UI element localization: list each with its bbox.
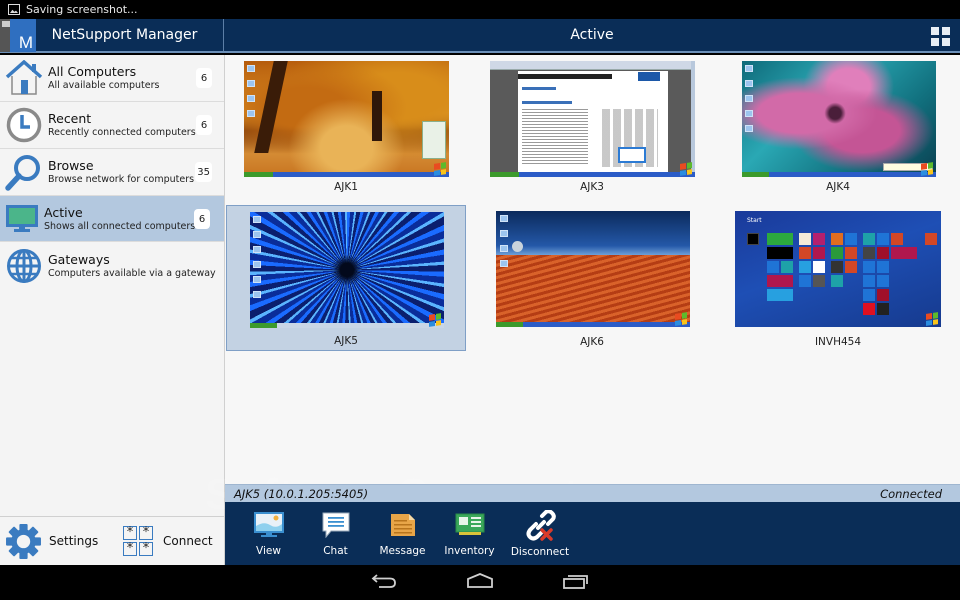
connection-state: Connected — [880, 486, 942, 501]
app-logo-icon: M — [0, 18, 36, 52]
connect-keypad-icon: * * * * — [123, 526, 153, 556]
connect-label: Connect — [163, 534, 213, 548]
computer-tile-ajk6[interactable]: AJK6 — [472, 205, 712, 351]
settings-button[interactable]: Settings — [5, 523, 115, 560]
recent-apps-button[interactable] — [559, 573, 593, 593]
disconnect-button[interactable]: Disconnect — [503, 502, 577, 565]
screen-thumbnail — [742, 61, 936, 177]
connect-button[interactable]: * * * * Connect — [123, 526, 213, 556]
grid-view-icon[interactable] — [931, 27, 950, 46]
inventory-button[interactable]: Inventory — [436, 502, 503, 565]
inventory-circuit-icon — [455, 512, 485, 542]
home-outline-icon — [466, 572, 494, 593]
app-title: NetSupport Manager — [51, 27, 198, 43]
computer-name: AJK6 — [580, 336, 604, 348]
selected-computer-info: AJK5 (10.0.1.205:5405) — [234, 486, 369, 501]
sidebar-item-subtitle: Computers available via a gateway — [48, 267, 216, 279]
selection-status-strip: AJK5 (10.0.1.205:5405) Connected — [225, 484, 960, 502]
computer-name: INVH454 — [814, 336, 862, 348]
computer-name: AJK3 — [580, 181, 604, 193]
broken-link-icon — [524, 509, 556, 546]
gear-icon — [5, 523, 42, 560]
message-button[interactable]: Message — [369, 502, 436, 565]
computer-tile-invh454[interactable]: Start INVH454 — [718, 205, 958, 351]
inventory-label: Inventory — [444, 545, 495, 557]
action-toolbar: View Chat Message Inventory Disconnect — [225, 502, 960, 565]
clock-icon — [2, 105, 46, 145]
status-notification: Saving screenshot... — [26, 3, 138, 16]
header-left: M NetSupport Manager — [0, 18, 224, 52]
computer-tile-ajk5[interactable]: AJK5 — [226, 205, 466, 351]
view-label: View — [256, 545, 281, 557]
system-status-bar: Saving screenshot... — [0, 0, 960, 19]
chat-button[interactable]: Chat — [302, 502, 369, 565]
computer-name: AJK5 — [334, 335, 358, 347]
computer-tile-ajk3[interactable]: AJK3 — [472, 55, 712, 201]
disconnect-label: Disconnect — [510, 546, 570, 558]
back-button[interactable] — [367, 573, 401, 593]
page-title: Active — [570, 27, 614, 43]
sidebar-item-label: Gateways — [48, 251, 110, 267]
view-button[interactable]: View — [235, 502, 302, 565]
computer-tile-ajk1[interactable]: AJK1 — [226, 55, 466, 201]
recent-apps-icon — [562, 573, 590, 593]
back-arrow-icon — [371, 573, 397, 593]
sidebar-item-gateways[interactable]: Gateways Computers available via a gatew… — [0, 242, 224, 289]
screen-thumbnail — [250, 212, 444, 328]
home-button[interactable] — [463, 572, 497, 593]
screenshot-icon — [8, 4, 20, 15]
search-icon — [2, 152, 46, 192]
home-icon — [2, 58, 46, 98]
sidebar-footer: Settings * * * * Connect — [0, 516, 224, 565]
count-badge: 6 — [194, 209, 210, 229]
computer-name: AJK4 — [826, 181, 850, 193]
sidebar-item-recent[interactable]: Recent Recently connected computers 6 — [0, 102, 224, 149]
computer-tile-ajk4[interactable]: AJK4 — [718, 55, 958, 201]
message-document-icon — [388, 512, 418, 542]
count-badge: 6 — [196, 115, 212, 135]
count-badge: 35 — [195, 162, 212, 182]
sidebar: All Computers All available computers 6 … — [0, 55, 225, 565]
chat-label: Chat — [323, 545, 348, 557]
screen-thumbnail — [490, 61, 695, 177]
sidebar-item-active[interactable]: Active Shows all connected computers 6 — [0, 196, 224, 242]
globe-icon — [2, 246, 46, 286]
message-label: Message — [379, 545, 426, 557]
sidebar-item-browse[interactable]: Browse Browse network for computers 35 — [0, 149, 224, 196]
logo-letter: M — [18, 32, 33, 52]
app-header: M NetSupport Manager Active — [0, 18, 960, 53]
count-badge: 6 — [196, 68, 212, 88]
view-screen-icon — [253, 512, 284, 542]
monitor-icon — [2, 199, 42, 239]
screen-thumbnail — [496, 211, 690, 327]
screen-thumbnail — [244, 61, 449, 177]
screen-thumbnail: Start — [735, 211, 941, 327]
computer-name: AJK1 — [334, 181, 358, 193]
system-navigation-bar — [0, 565, 960, 600]
header-right: Active — [224, 19, 960, 51]
chat-bubble-icon — [321, 512, 351, 542]
logo-monitor-icon — [2, 20, 10, 27]
sidebar-item-all-computers[interactable]: All Computers All available computers 6 — [0, 55, 224, 102]
computer-grid: AJK1 AJK3 AJK4 AJK5 AJK6 Start INVH454 — [225, 55, 960, 484]
settings-label: Settings — [49, 534, 99, 548]
